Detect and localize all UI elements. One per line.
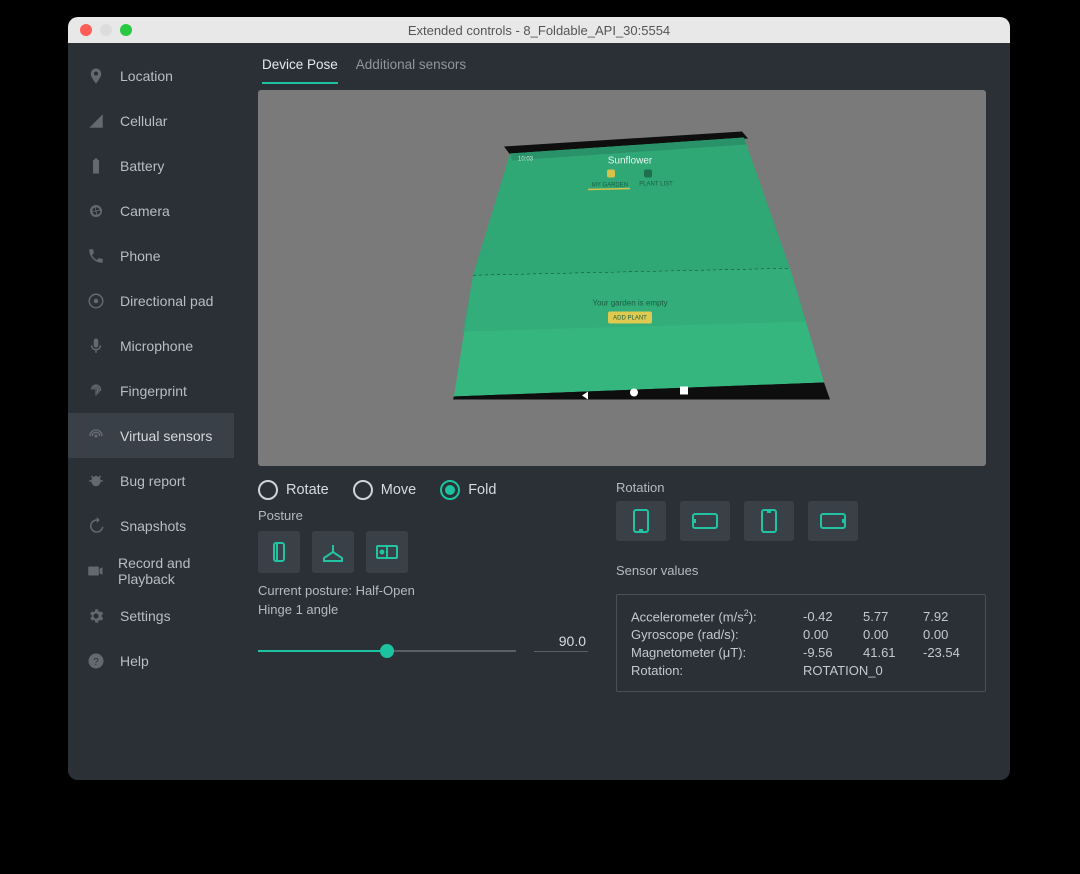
window: Extended controls - 8_Foldable_API_30:55… <box>68 17 1010 780</box>
sidebar-item-camera[interactable]: Camera <box>68 188 234 233</box>
hinge-angle-slider[interactable] <box>258 650 516 652</box>
rotation-portrait-button[interactable] <box>616 501 666 541</box>
battery-icon <box>86 157 106 175</box>
tab-additional-sensors[interactable]: Additional sensors <box>356 57 466 84</box>
sidebar-item-label: Camera <box>120 203 170 219</box>
location-icon <box>86 67 106 85</box>
sensor-gyroscope: Gyroscope (rad/s): 0.00 0.00 0.00 <box>631 627 971 642</box>
device-preview[interactable]: Sunflower 10:03 MY GARDEN PLANT LIST <box>258 90 986 466</box>
dpad-icon <box>86 292 106 310</box>
sidebar-item-label: Bug report <box>120 473 185 489</box>
radio-fold[interactable]: Fold <box>440 480 496 500</box>
sidebar-item-label: Directional pad <box>120 293 213 309</box>
sensor-magnetometer: Magnetometer (μT): -9.56 41.61 -23.54 <box>631 645 971 660</box>
posture-closed-button[interactable] <box>258 531 300 573</box>
rotation-portrait-down-button[interactable] <box>744 501 794 541</box>
camera-icon <box>86 202 106 220</box>
hinge-angle-input[interactable] <box>534 631 588 652</box>
hinge-angle-label: Hinge 1 angle <box>258 602 588 617</box>
sidebar-item-cellular[interactable]: Cellular <box>68 98 234 143</box>
sidebar-item-label: Settings <box>120 608 171 624</box>
sidebar-item-bug-report[interactable]: Bug report <box>68 458 234 503</box>
gear-icon <box>86 607 106 625</box>
sidebar-item-label: Fingerprint <box>120 383 187 399</box>
sidebar-item-label: Cellular <box>120 113 167 129</box>
mic-icon <box>86 337 106 355</box>
sidebar-item-label: Record and Playback <box>118 555 234 587</box>
tabs: Device Pose Additional sensors <box>248 43 996 84</box>
section-sensor-values: Sensor values <box>616 563 986 578</box>
cellular-icon <box>86 112 106 130</box>
main-panel: Device Pose Additional sensors Sunflower … <box>234 43 1010 780</box>
sidebar-item-label: Snapshots <box>120 518 186 534</box>
rotation-landscape-right-button[interactable] <box>808 501 858 541</box>
mode-radios: Rotate Move Fold <box>258 480 588 500</box>
preview-status-time: 10:03 <box>518 157 534 163</box>
sidebar-item-label: Battery <box>120 158 164 174</box>
preview-app-title: Sunflower <box>608 156 653 167</box>
sidebar-item-label: Microphone <box>120 338 193 354</box>
sensor-rotation: Rotation: ROTATION_0 <box>631 663 971 678</box>
sidebar-item-label: Help <box>120 653 149 669</box>
sidebar-item-label: Location <box>120 68 173 84</box>
window-title: Extended controls - 8_Foldable_API_30:55… <box>68 23 1010 38</box>
sidebar-item-phone[interactable]: Phone <box>68 233 234 278</box>
svg-text:?: ? <box>93 656 99 667</box>
posture-open-button[interactable] <box>366 531 408 573</box>
preview-tab-mygarden: MY GARDEN <box>592 183 628 189</box>
sidebar-item-location[interactable]: Location <box>68 53 234 98</box>
sidebar: Location Cellular Battery Camera Phone Direct… <box>68 43 234 780</box>
sidebar-item-help[interactable]: ? Help <box>68 638 234 683</box>
sidebar-item-settings[interactable]: Settings <box>68 593 234 638</box>
bug-icon <box>86 472 106 490</box>
help-icon: ? <box>86 652 106 670</box>
sidebar-item-snapshots[interactable]: Snapshots <box>68 503 234 548</box>
section-posture: Posture <box>258 508 588 523</box>
sidebar-item-record-and-playback[interactable]: Record and Playback <box>68 548 234 593</box>
section-rotation: Rotation <box>616 480 986 495</box>
preview-empty-text: Your garden is empty <box>592 299 667 308</box>
posture-halfopen-button[interactable] <box>312 531 354 573</box>
history-icon <box>86 517 106 535</box>
sidebar-item-label: Virtual sensors <box>120 428 212 444</box>
sidebar-item-virtual-sensors[interactable]: Virtual sensors <box>68 413 234 458</box>
preview-tab-plantlist: PLANT LIST <box>639 182 673 188</box>
current-posture: Current posture: Half-Open <box>258 583 588 598</box>
sidebar-item-battery[interactable]: Battery <box>68 143 234 188</box>
sensors-icon <box>86 427 106 445</box>
preview-add-plant-button: ADD PLANT <box>613 316 647 322</box>
sidebar-item-fingerprint[interactable]: Fingerprint <box>68 368 234 413</box>
sidebar-item-directional-pad[interactable]: Directional pad <box>68 278 234 323</box>
sidebar-item-microphone[interactable]: Microphone <box>68 323 234 368</box>
titlebar: Extended controls - 8_Foldable_API_30:55… <box>68 17 1010 43</box>
fingerprint-icon <box>86 382 106 400</box>
radio-rotate[interactable]: Rotate <box>258 480 329 500</box>
phone-icon <box>86 247 106 265</box>
sidebar-item-label: Phone <box>120 248 160 264</box>
radio-move[interactable]: Move <box>353 480 416 500</box>
video-icon <box>86 562 104 580</box>
rotation-landscape-left-button[interactable] <box>680 501 730 541</box>
tab-device-pose[interactable]: Device Pose <box>262 57 338 84</box>
sensor-values-box: Accelerometer (m/s2): -0.42 5.77 7.92 Gy… <box>616 594 986 692</box>
sensor-accelerometer: Accelerometer (m/s2): -0.42 5.77 7.92 <box>631 608 971 624</box>
